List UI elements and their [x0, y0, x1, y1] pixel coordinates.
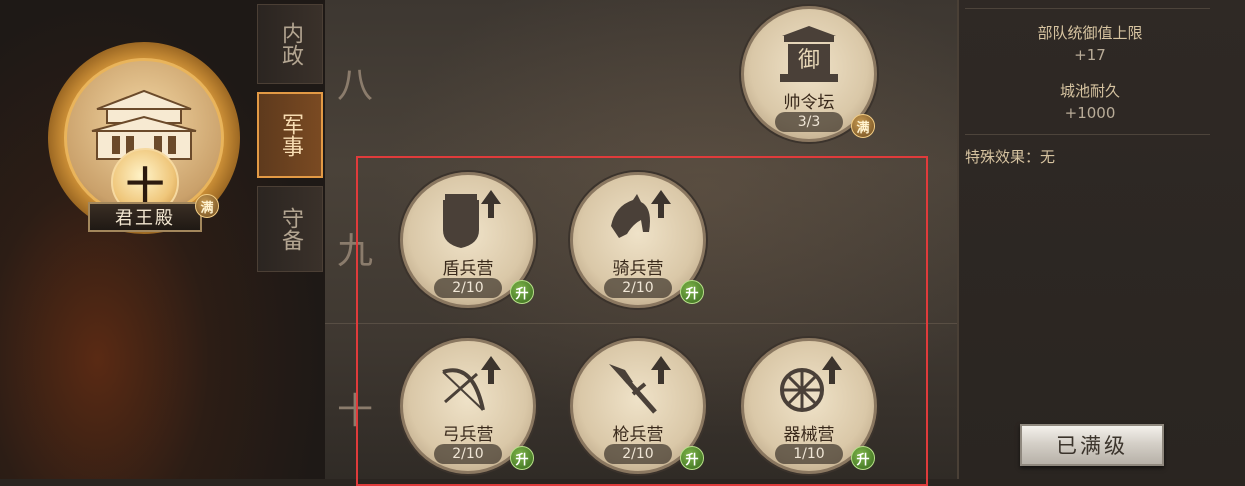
- tab-military-label: 军事: [278, 113, 303, 157]
- building-shield-camp[interactable]: 盾兵营 2/10 升: [400, 172, 540, 312]
- stat-title-city-durability: 城池耐久: [1059, 82, 1120, 100]
- command-altar-count: 3/3: [775, 112, 843, 132]
- altar-icon: 御: [780, 26, 838, 82]
- svg-text:御: 御: [798, 48, 820, 73]
- shield-camp-upgrade-badge[interactable]: 升: [510, 280, 534, 304]
- tab-military[interactable]: 军事: [257, 92, 323, 178]
- stat-value-troop-command: +17: [1074, 46, 1106, 64]
- row-numeral-8: 八: [336, 65, 373, 106]
- tab-internal-affairs-label: 内政: [278, 22, 303, 66]
- archer-camp-count: 2/10: [434, 444, 502, 464]
- main-building-name: 君王殿: [88, 202, 202, 232]
- building-archer-camp[interactable]: 弓兵营 2/10 升: [400, 338, 540, 478]
- building-cavalry-camp[interactable]: 骑兵营 2/10 升: [570, 172, 710, 312]
- building-spear-camp[interactable]: 枪兵营 2/10 升: [570, 338, 710, 478]
- shield-camp-name: 盾兵营: [442, 259, 494, 279]
- tab-internal-affairs[interactable]: 内政: [257, 4, 323, 84]
- main-building-full-badge: 满: [195, 194, 219, 218]
- stat-title-troop-command: 部队统御值上限: [1037, 24, 1143, 42]
- tab-defense[interactable]: 守备: [257, 186, 323, 272]
- panel-divider: [965, 134, 1210, 135]
- archer-camp-upgrade-badge[interactable]: 升: [510, 446, 534, 470]
- info-panel: [957, 0, 1245, 479]
- spear-camp-name: 枪兵营: [612, 425, 664, 445]
- siege-camp-name: 器械营: [783, 425, 835, 445]
- spear-camp-upgrade-badge[interactable]: 升: [680, 446, 704, 470]
- siege-camp-upgrade-badge[interactable]: 升: [851, 446, 875, 470]
- command-altar-name: 帅令坛: [783, 93, 835, 113]
- tab-defense-label: 守备: [278, 207, 303, 251]
- bow-icon: [442, 356, 501, 411]
- special-effect-text: 特殊效果：无: [965, 148, 1056, 166]
- spear-camp-count: 2/10: [604, 444, 672, 464]
- max-level-button[interactable]: 已满级: [1020, 424, 1164, 466]
- horse-icon: [611, 190, 671, 238]
- stat-value-city-durability: +1000: [1064, 104, 1116, 122]
- cavalry-camp-name: 骑兵营: [612, 259, 664, 279]
- building-siege-camp[interactable]: 器械营 1/10 升: [741, 338, 881, 478]
- cavalry-camp-count: 2/10: [604, 278, 672, 298]
- wheel-icon: [780, 356, 842, 412]
- shield-camp-count: 2/10: [434, 278, 502, 298]
- spear-icon: [609, 356, 671, 414]
- archer-camp-name: 弓兵营: [442, 425, 494, 445]
- shield-icon: [443, 190, 501, 248]
- command-altar-full-badge: 满: [851, 114, 875, 138]
- panel-divider: [965, 8, 1210, 9]
- siege-camp-count: 1/10: [775, 444, 843, 464]
- building-command-altar[interactable]: 御 帅令坛 3/3 满: [741, 6, 881, 146]
- cavalry-camp-upgrade-badge[interactable]: 升: [680, 280, 704, 304]
